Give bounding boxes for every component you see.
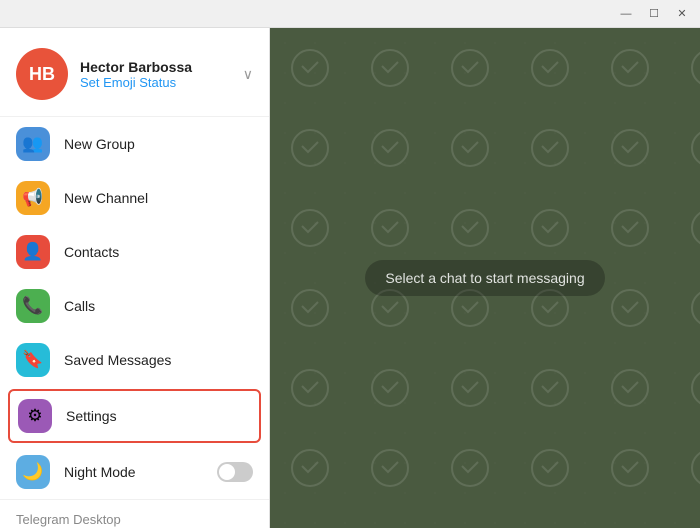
profile-chevron-icon: ∨ (243, 66, 253, 83)
settings-label: Settings (66, 408, 117, 424)
emoji-status-link[interactable]: Set Emoji Status (80, 75, 231, 90)
titlebar: — ☐ ✕ (0, 0, 700, 28)
sidebar: HB Hector Barbossa Set Emoji Status ∨ 👥 … (0, 28, 270, 528)
saved-messages-icon: 🔖 (16, 343, 50, 377)
calls-label: Calls (64, 298, 95, 314)
night-mode-icon: 🌙 (16, 455, 50, 489)
select-chat-message: Select a chat to start messaging (365, 260, 604, 296)
sidebar-item-settings[interactable]: ⚙ Settings (8, 389, 261, 443)
menu-list: 👥 New Group 📢 New Channel 👤 Contacts 📞 C… (0, 117, 269, 499)
night-mode-label: Night Mode (64, 464, 136, 480)
minimize-button[interactable]: — (612, 4, 640, 24)
chat-area: Select a chat to start messaging (270, 28, 700, 528)
sidebar-item-saved-messages[interactable]: 🔖 Saved Messages (0, 333, 269, 387)
contacts-icon: 👤 (16, 235, 50, 269)
profile-info: Hector Barbossa Set Emoji Status (80, 59, 231, 90)
main-container: HB Hector Barbossa Set Emoji Status ∨ 👥 … (0, 28, 700, 528)
settings-icon: ⚙ (18, 399, 52, 433)
new-group-icon: 👥 (16, 127, 50, 161)
calls-icon: 📞 (16, 289, 50, 323)
app-name: Telegram Desktop (16, 512, 253, 527)
maximize-button[interactable]: ☐ (640, 4, 668, 24)
new-channel-label: New Channel (64, 190, 148, 206)
profile-section[interactable]: HB Hector Barbossa Set Emoji Status ∨ (0, 28, 269, 117)
avatar: HB (16, 48, 68, 100)
sidebar-item-new-channel[interactable]: 📢 New Channel (0, 171, 269, 225)
sidebar-item-new-group[interactable]: 👥 New Group (0, 117, 269, 171)
saved-messages-label: Saved Messages (64, 352, 171, 368)
sidebar-item-contacts[interactable]: 👤 Contacts (0, 225, 269, 279)
night-mode-toggle[interactable] (217, 462, 253, 482)
profile-name: Hector Barbossa (80, 59, 231, 75)
close-button[interactable]: ✕ (668, 4, 696, 24)
new-group-label: New Group (64, 136, 135, 152)
sidebar-footer: Telegram Desktop version 4.8.1 (64bit) (0, 499, 269, 528)
sidebar-item-night-mode[interactable]: 🌙 Night Mode (0, 445, 269, 499)
contacts-label: Contacts (64, 244, 119, 260)
sidebar-item-calls[interactable]: 📞 Calls (0, 279, 269, 333)
new-channel-icon: 📢 (16, 181, 50, 215)
